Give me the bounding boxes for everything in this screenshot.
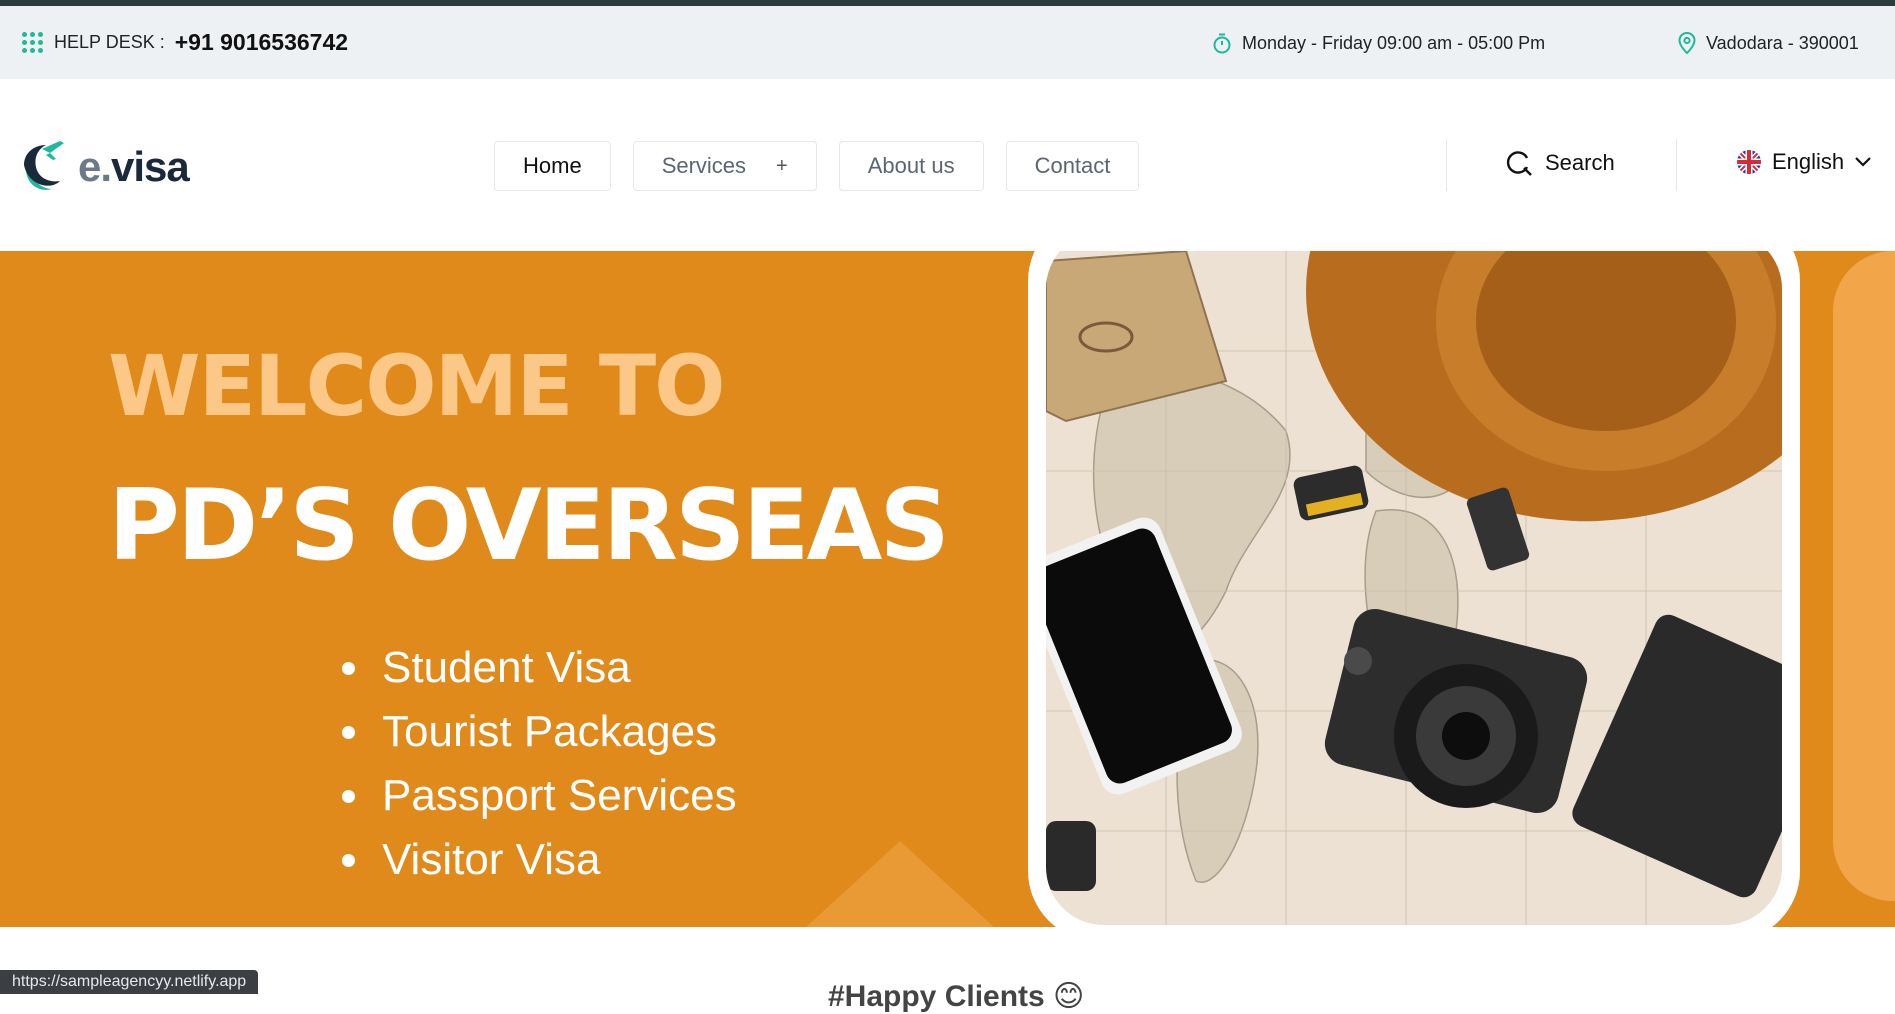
site-logo[interactable]: e.visa [20,139,190,195]
uk-flag-icon [1737,150,1761,174]
hours-text: Monday - Friday 09:00 am - 05:00 Pm [1242,32,1546,53]
top-info-bar: HELP DESK : +91 9016536742 Monday - Frid… [0,6,1895,79]
list-item: Student Visa [340,636,737,700]
dialpad-icon [22,31,44,54]
nav-services[interactable]: Services + [632,141,817,191]
logo-text: e.visa [78,143,190,191]
helpdesk-label: HELP DESK : [54,32,165,52]
nav-contact-label: Contact [1034,153,1111,178]
decorative-triangle [780,841,1020,927]
travel-photo [1046,251,1782,925]
nav-services-label: Services [661,153,747,178]
hero-banner: WELCOME TO PD’S OVERSEAS Student Visa To… [0,251,1895,927]
globe-plane-logo-icon [24,141,64,190]
helpdesk: HELP DESK : +91 9016536742 [22,29,348,56]
list-item: Tourist Packages [340,700,737,764]
below-hero-section: #Happy Clients 😊 [0,927,1895,1013]
hero-services-list: Student Visa Tourist Packages Passport S… [340,636,737,892]
happy-clients-heading: #Happy Clients 😊 [828,980,1085,1013]
location: Vadodara - 390001 [1678,32,1859,54]
location-pin-icon [1678,32,1696,54]
stopwatch-icon [1213,33,1231,54]
nav-about[interactable]: About us [838,141,984,191]
chevron-down-icon [1855,157,1871,167]
nav-home-label: Home [523,153,582,178]
main-navigation: e.visa Home Services + About us Contact S… [0,79,1895,251]
hero-brand: PD’S OVERSEAS [108,469,950,583]
location-text: Vadodara - 390001 [1706,32,1859,53]
hero-welcome: WELCOME TO [108,337,726,435]
nav-about-label: About us [867,153,955,178]
nav-contact[interactable]: Contact [1005,141,1140,191]
travel-flatlay-illustration [1046,251,1782,925]
language-label: English [1772,149,1845,174]
nav-home[interactable]: Home [494,141,611,191]
logo-e: e. [78,143,112,190]
plus-icon: + [776,154,788,177]
status-url-tooltip: https://sampleagencyy.netlify.app [0,970,259,994]
search-label: Search [1545,150,1615,175]
business-hours: Monday - Friday 09:00 am - 05:00 Pm [1212,32,1545,54]
nav-divider-left [1446,139,1447,191]
menu: Home Services + About us Contact [494,141,1140,191]
language-selector[interactable]: English [1736,149,1872,175]
list-item: Passport Services [340,764,737,828]
nav-divider-right [1676,139,1677,191]
list-item: Visitor Visa [340,828,737,892]
next-slide-peek [1833,251,1895,901]
search-icon [1506,151,1532,176]
search-button[interactable]: Search [1505,149,1615,177]
helpdesk-phone[interactable]: +91 9016536742 [175,29,348,56]
logo-visa: visa [111,143,190,190]
